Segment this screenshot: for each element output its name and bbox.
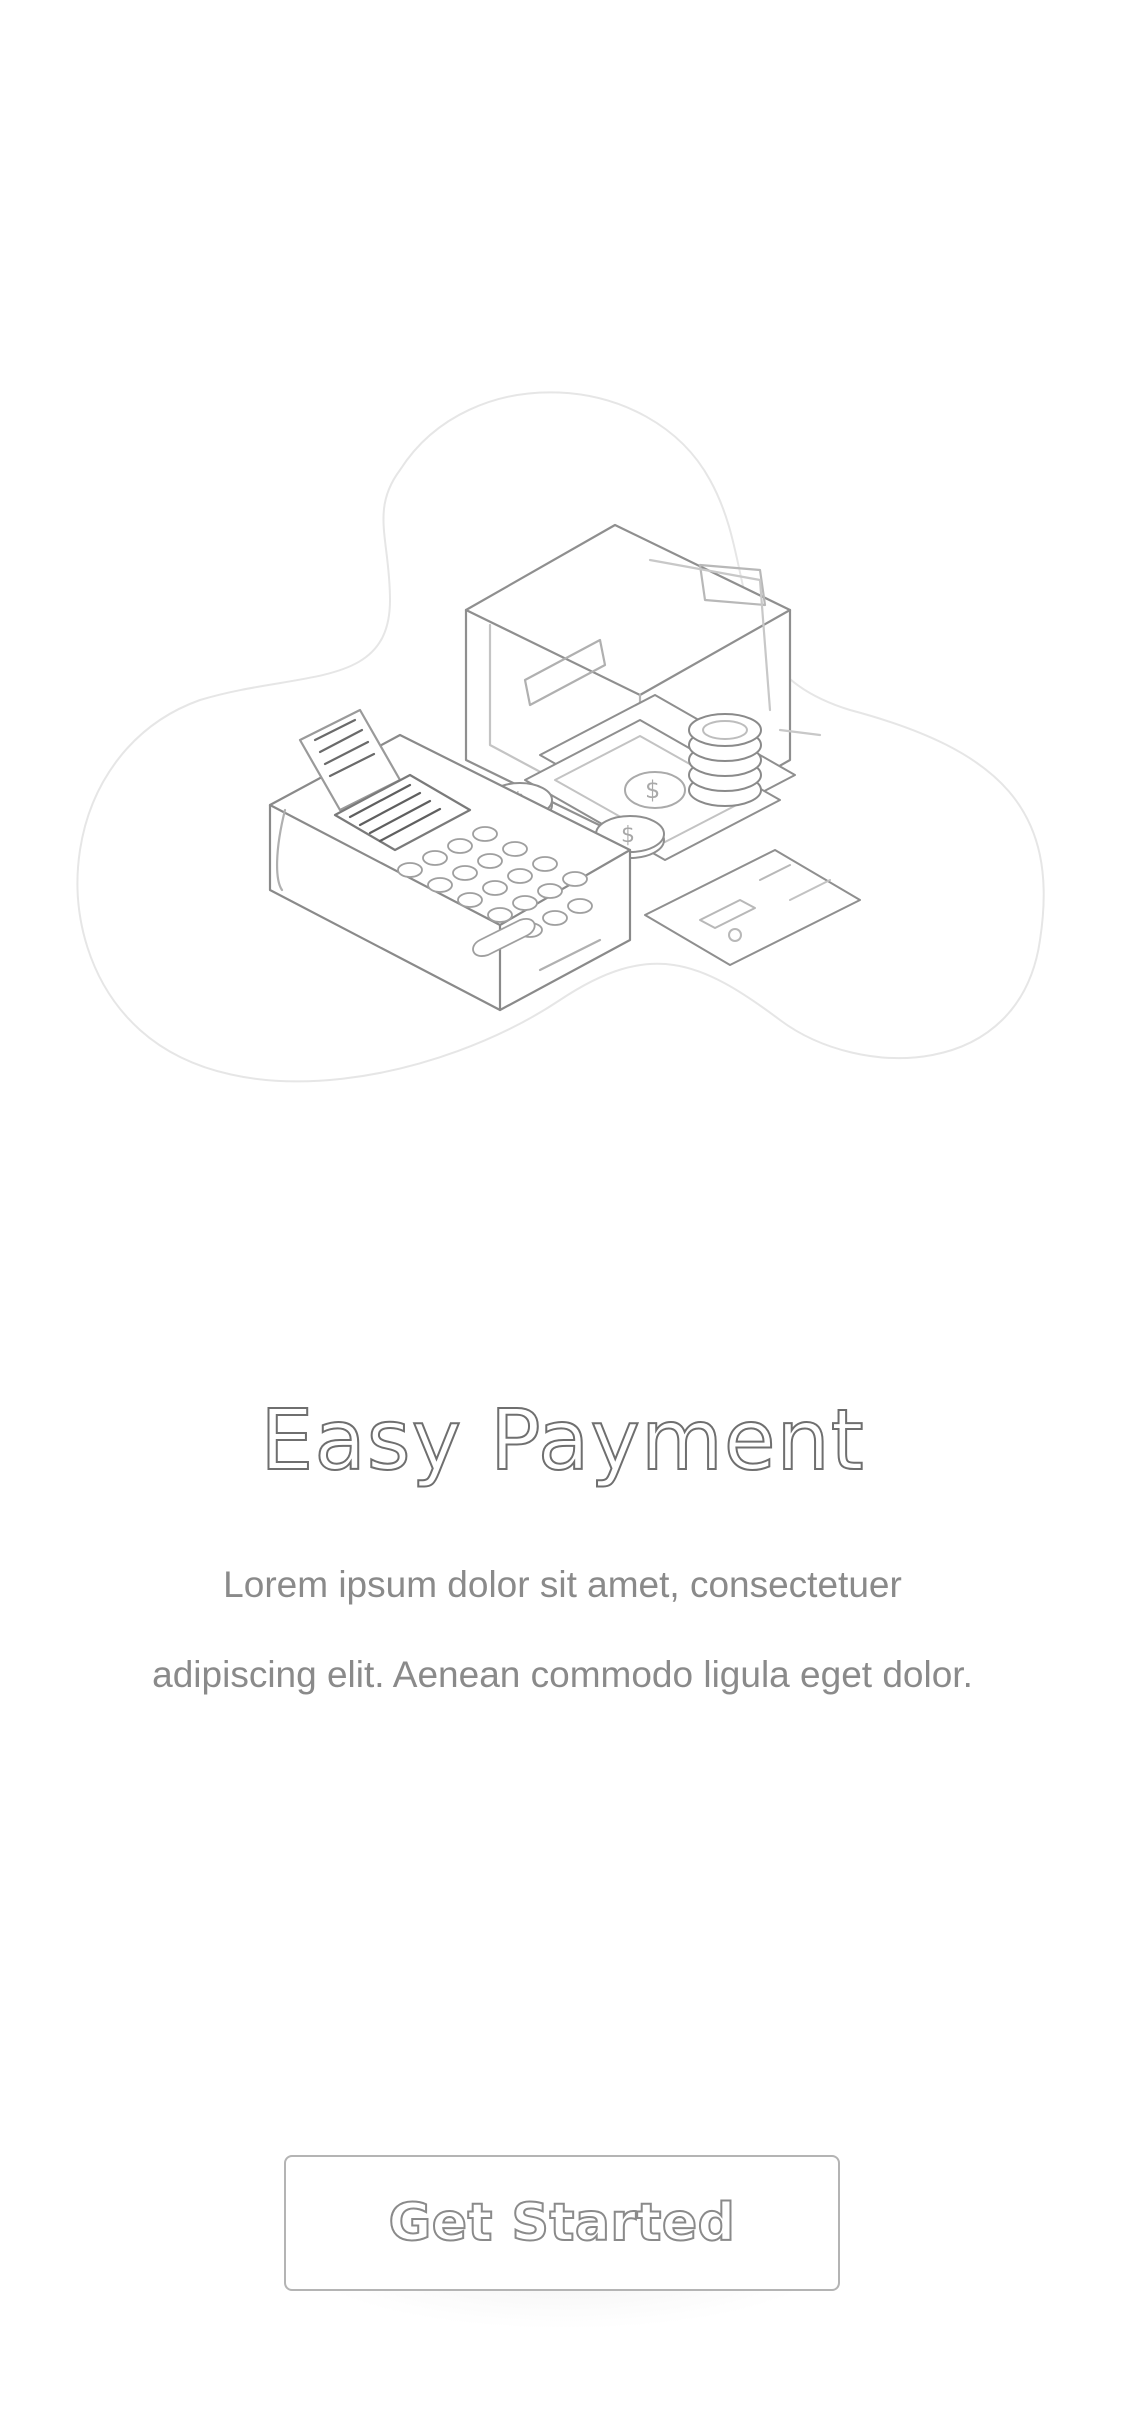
svg-text:$: $ [645,776,660,804]
coin-stack [688,713,762,807]
svg-text:$: $ [621,823,635,848]
get-started-button[interactable]: Get Started [284,2155,840,2291]
onboarding-description: Lorem ipsum dolor sit amet, consectetuer… [152,1564,973,1695]
page-title: Easy Payment [259,1390,865,1490]
credit-card [644,849,861,966]
get-started-label: Get Started [388,2192,736,2254]
payment-illustration: $ $ $ [76,391,1045,1083]
